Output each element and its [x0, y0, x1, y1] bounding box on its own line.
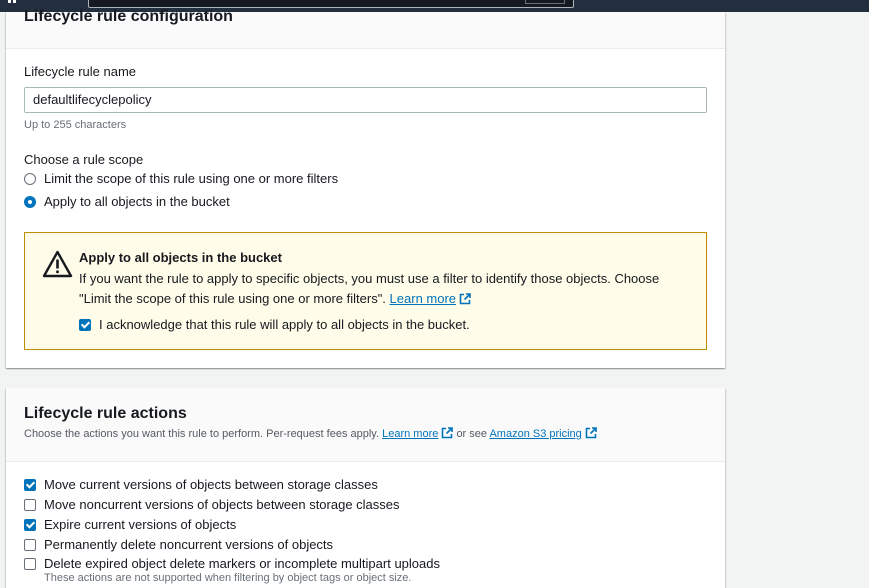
action-label: Expire current versions of objects	[44, 517, 237, 532]
rule-actions-panel: Lifecycle rule actions Choose the action…	[6, 388, 725, 588]
action-label: Move current versions of objects between…	[44, 477, 378, 492]
external-link-icon	[459, 293, 471, 305]
actions-description: Choose the actions you want this rule to…	[24, 428, 380, 440]
rule-name-hint: Up to 255 characters	[24, 119, 127, 131]
acknowledge-checkbox-row[interactable]: I acknowledge that this rule will apply …	[79, 317, 470, 332]
acknowledge-checkbox[interactable]	[79, 318, 91, 331]
search-shortcut-hint	[525, 0, 565, 4]
rule-configuration-panel: Lifecycle rule configuration Lifecycle r…	[6, 8, 725, 368]
learn-more-link[interactable]: Learn more	[382, 428, 438, 440]
alert-body: If you want the rule to apply to specifi…	[79, 269, 679, 309]
scope-option-all-objects[interactable]: Apply to all objects in the bucket	[24, 194, 230, 209]
action-label: Permanently delete noncurrent versions o…	[44, 537, 334, 552]
actions-note: These actions are not supported when fil…	[44, 572, 412, 584]
learn-more-link[interactable]: Learn more	[390, 291, 456, 306]
panel-title: Lifecycle rule configuration	[24, 8, 233, 25]
panel-title: Lifecycle rule actions	[24, 405, 187, 422]
alert-text-line2: "Limit the scope of this rule using one …	[79, 291, 386, 306]
action-label: Delete expired object delete markers or …	[44, 556, 440, 571]
action-label: Move noncurrent versions of objects betw…	[44, 497, 400, 512]
alert-text-line1: If you want the rule to apply to specifi…	[79, 271, 660, 286]
action-checkbox[interactable]	[24, 558, 36, 570]
acknowledge-label: I acknowledge that this rule will apply …	[99, 317, 470, 332]
services-menu-icon[interactable]	[8, 0, 22, 4]
action-move-current[interactable]: Move current versions of objects between…	[24, 476, 378, 494]
action-checkbox[interactable]	[24, 539, 36, 551]
or-see-text: or see	[456, 428, 488, 440]
action-checkbox[interactable]	[24, 499, 36, 511]
scope-option-label: Apply to all objects in the bucket	[44, 194, 230, 209]
scope-option-filter[interactable]: Limit the scope of this rule using one o…	[24, 171, 338, 186]
warning-icon	[42, 250, 73, 278]
panel-description: Choose the actions you want this rule to…	[24, 427, 597, 441]
action-delete-noncurrent[interactable]: Permanently delete noncurrent versions o…	[24, 536, 333, 554]
radio-button-selected[interactable]	[24, 195, 36, 208]
rule-name-label: Lifecycle rule name	[24, 64, 136, 79]
s3-pricing-link[interactable]: Amazon S3 pricing	[489, 428, 581, 440]
action-checkbox[interactable]	[24, 519, 36, 531]
rule-name-input[interactable]: defaultlifecyclepolicy	[24, 87, 707, 113]
action-delete-markers[interactable]: Delete expired object delete markers or …	[24, 555, 440, 573]
alert-title: Apply to all objects in the bucket	[79, 250, 282, 265]
rule-scope-label: Choose a rule scope	[24, 152, 144, 167]
action-checkbox[interactable]	[24, 479, 36, 491]
action-expire-current[interactable]: Expire current versions of objects	[24, 516, 236, 534]
warning-alert: Apply to all objects in the bucket If yo…	[24, 232, 707, 350]
scope-option-label: Limit the scope of this rule using one o…	[44, 171, 339, 186]
radio-button[interactable]	[24, 172, 36, 185]
action-move-noncurrent[interactable]: Move noncurrent versions of objects betw…	[24, 496, 400, 514]
panel-header: Lifecycle rule actions Choose the action…	[6, 388, 725, 462]
external-link-icon	[585, 427, 597, 439]
external-link-icon	[442, 427, 454, 439]
